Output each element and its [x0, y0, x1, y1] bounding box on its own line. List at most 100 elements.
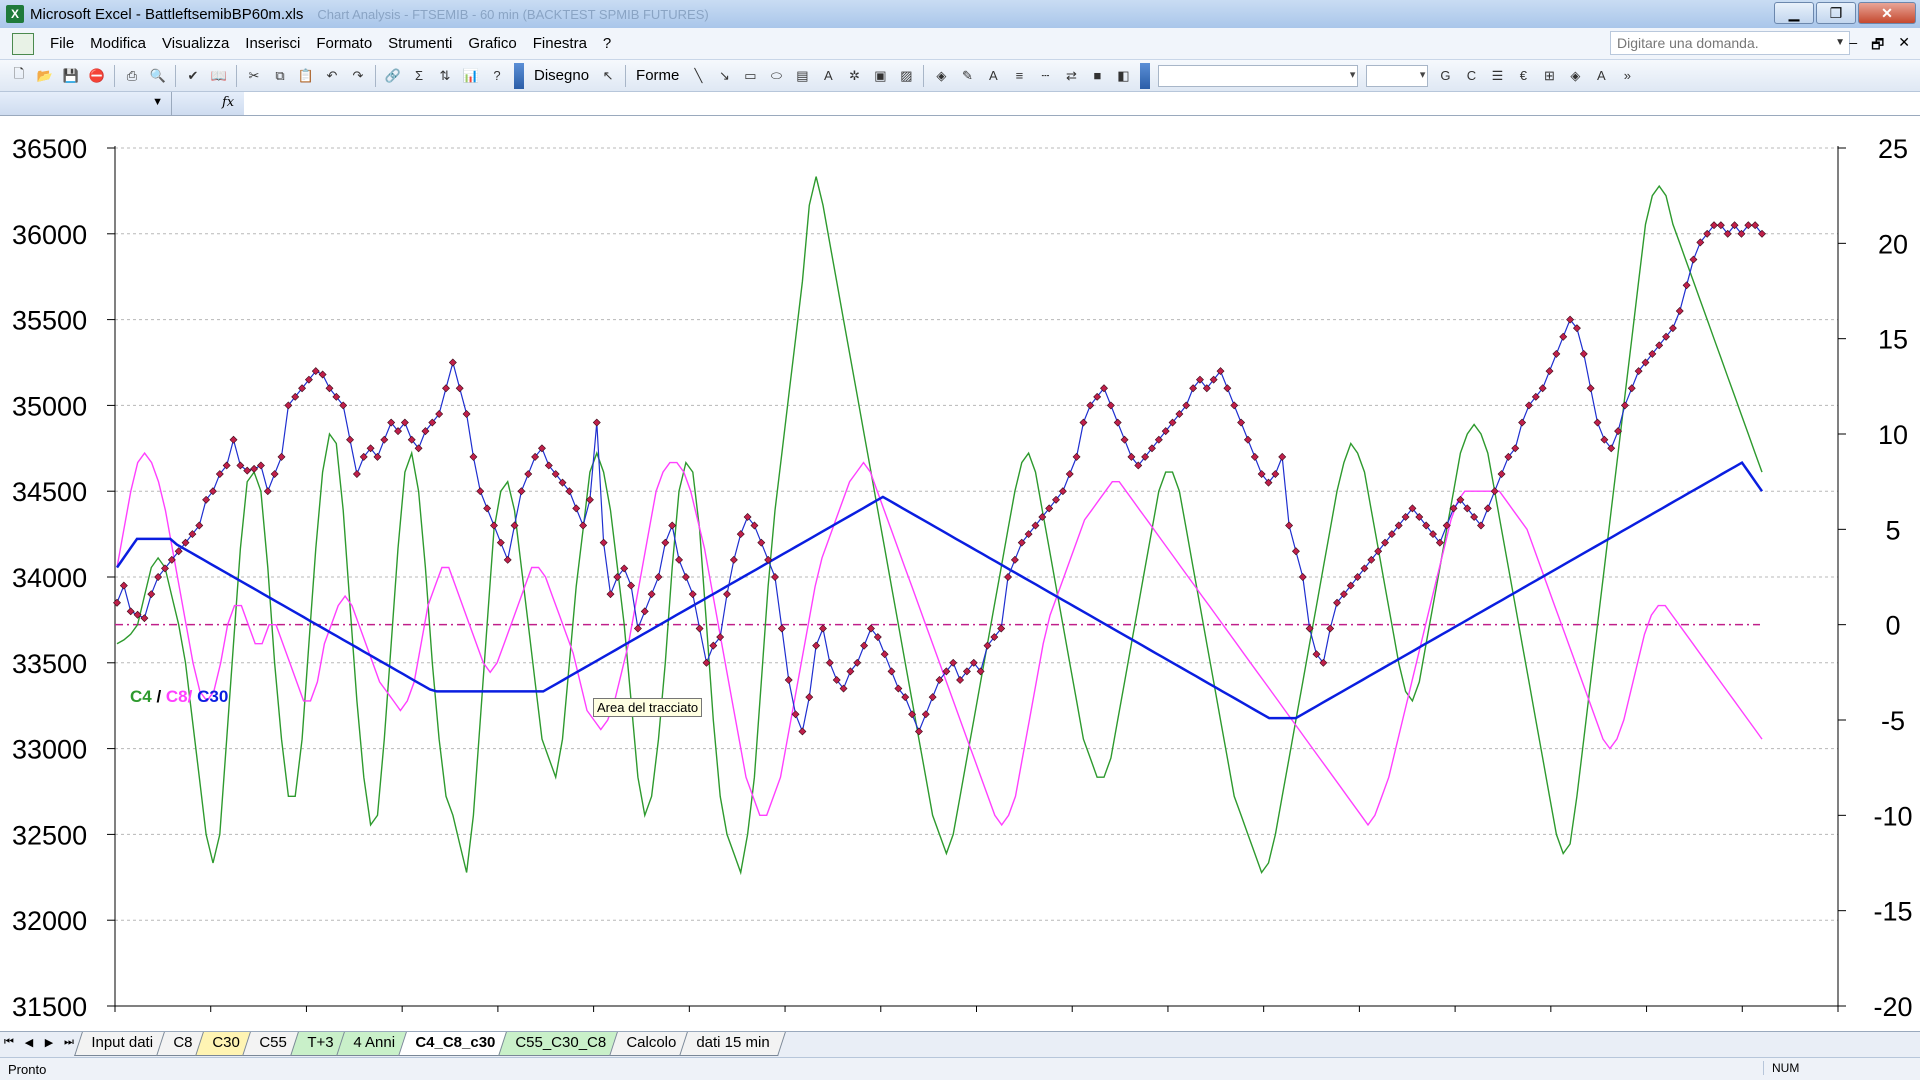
- next-sheet-icon[interactable]: ▶: [42, 1036, 56, 1049]
- oval-tool-icon[interactable]: ⬭: [765, 65, 787, 87]
- autosum-icon[interactable]: Σ: [408, 65, 430, 87]
- right-tick-label: 0: [1885, 611, 1900, 641]
- sheet-tab-9[interactable]: dati 15 min: [679, 1032, 787, 1056]
- menu-strumenti[interactable]: Strumenti: [380, 35, 460, 52]
- shadow-icon[interactable]: ■: [1086, 65, 1108, 87]
- bold-button[interactable]: G: [1434, 65, 1456, 87]
- cut-icon[interactable]: ✂: [243, 65, 265, 87]
- 3d-icon[interactable]: ◧: [1112, 65, 1134, 87]
- dash-style-icon[interactable]: ┄: [1034, 65, 1056, 87]
- align-icon[interactable]: ☰: [1486, 65, 1508, 87]
- font-name-combo[interactable]: [1158, 64, 1359, 87]
- drawing-menu-button[interactable]: Disegno: [534, 67, 589, 84]
- workbook-icon[interactable]: [12, 32, 34, 55]
- copy-icon[interactable]: ⧉: [269, 65, 291, 87]
- sheet-tab-label: C8: [173, 1034, 193, 1051]
- chart-legend: C4 / C8/ C30: [130, 687, 228, 706]
- select-pointer-icon[interactable]: ↖: [597, 65, 619, 87]
- price-marker: [1326, 624, 1335, 633]
- euro-button[interactable]: €: [1512, 65, 1534, 87]
- chart-area[interactable]: 36500 36000 35500 35000 34500 34000 33500 33000…: [0, 116, 1920, 1031]
- toolbar-grip[interactable]: [514, 62, 524, 89]
- chevron-down-icon[interactable]: ▼: [1835, 32, 1845, 54]
- workbook-minimize-button[interactable]: ‒: [1849, 34, 1857, 58]
- close-button[interactable]: ✕: [1858, 2, 1916, 24]
- price-marker: [627, 581, 636, 590]
- diagram-icon[interactable]: ✲: [843, 65, 865, 87]
- redo-icon[interactable]: ↷: [347, 65, 369, 87]
- menu-bar: File Modifica Visualizza Inserisci Forma…: [0, 28, 1920, 60]
- legend-c4: C4: [130, 687, 152, 706]
- hyperlink-icon[interactable]: 🔗: [382, 65, 404, 87]
- permission-icon[interactable]: ⛔: [86, 65, 108, 87]
- price-marker: [647, 590, 656, 599]
- right-tick-label: 10: [1878, 420, 1908, 450]
- research-icon[interactable]: 📖: [208, 65, 230, 87]
- sheet-tab-label: C4_C8_c30: [415, 1034, 496, 1051]
- sheet-tab-6[interactable]: C4_C8_c30: [398, 1032, 512, 1056]
- legend-c8: C8/: [166, 687, 193, 706]
- last-sheet-icon[interactable]: ⏭: [62, 1036, 76, 1049]
- sheet-tab-label: Calcolo: [626, 1034, 677, 1051]
- rectangle-tool-icon[interactable]: ▭: [739, 65, 761, 87]
- price-marker: [1065, 470, 1074, 478]
- toolbar-grip[interactable]: [1140, 62, 1151, 89]
- print-preview-icon[interactable]: 🔍: [147, 65, 169, 87]
- sheet-tab-7[interactable]: C55_C30_C8: [498, 1032, 623, 1056]
- price-marker: [1004, 573, 1013, 581]
- chevron-down-icon[interactable]: ▼: [152, 96, 163, 108]
- price-marker: [887, 667, 896, 676]
- wordart-icon[interactable]: A: [817, 65, 839, 87]
- prev-sheet-icon[interactable]: ◀: [22, 1036, 36, 1049]
- menu-file[interactable]: File: [42, 35, 82, 52]
- line-style-icon[interactable]: ≡: [1008, 65, 1030, 87]
- fill-color-icon[interactable]: ◈: [930, 65, 952, 87]
- save-icon[interactable]: 💾: [60, 65, 82, 87]
- fx-icon[interactable]: fx: [222, 95, 234, 110]
- line-tool-icon[interactable]: ╲: [687, 65, 709, 87]
- menu-help[interactable]: ?: [595, 35, 619, 52]
- workbook-close-button[interactable]: ✕: [1898, 34, 1910, 58]
- menu-formato[interactable]: Formato: [308, 35, 380, 52]
- borders-icon[interactable]: ⊞: [1538, 65, 1560, 87]
- price-marker: [777, 624, 786, 633]
- restore-button[interactable]: ❐: [1816, 2, 1856, 24]
- open-folder-icon[interactable]: 📂: [34, 65, 56, 87]
- clipart-icon[interactable]: ▣: [869, 65, 891, 87]
- ask-question-input[interactable]: Digitare una domanda. ▼: [1610, 31, 1850, 55]
- line-color-icon[interactable]: ✎: [956, 65, 978, 87]
- menu-grafico[interactable]: Grafico: [460, 35, 524, 52]
- undo-icon[interactable]: ↶: [321, 65, 343, 87]
- paste-icon[interactable]: 📋: [295, 65, 317, 87]
- sort-icon[interactable]: ⇅: [434, 65, 456, 87]
- chart-wizard-icon[interactable]: 📊: [460, 65, 482, 87]
- print-icon[interactable]: ⎙: [121, 65, 143, 87]
- new-document-icon[interactable]: 🗋: [8, 65, 30, 87]
- status-ready: Pronto: [8, 1062, 47, 1077]
- italic-button[interactable]: C: [1460, 65, 1482, 87]
- minimize-button[interactable]: ▁: [1774, 2, 1814, 24]
- workbook-restore-button[interactable]: 🗗: [1871, 34, 1884, 58]
- font-color-icon[interactable]: A: [1590, 65, 1612, 87]
- menu-finestra[interactable]: Finestra: [525, 35, 595, 52]
- menu-inserisci[interactable]: Inserisci: [237, 35, 308, 52]
- textbox-tool-icon[interactable]: ▤: [791, 65, 813, 87]
- right-tick-label: -5: [1881, 706, 1905, 736]
- picture-icon[interactable]: ▨: [895, 65, 917, 87]
- name-box[interactable]: ▼: [0, 92, 172, 115]
- menu-modifica[interactable]: Modifica: [82, 35, 154, 52]
- font-color-icon[interactable]: A: [982, 65, 1004, 87]
- first-sheet-icon[interactable]: ⏮: [2, 1036, 16, 1049]
- help-icon[interactable]: ?: [486, 65, 508, 87]
- toolbar-options-icon[interactable]: »: [1616, 65, 1638, 87]
- highlight-icon[interactable]: ◈: [1564, 65, 1586, 87]
- shapes-menu-button[interactable]: Forme: [636, 67, 679, 84]
- spelling-icon[interactable]: ✔: [182, 65, 204, 87]
- sheet-tab-0[interactable]: Input dati: [74, 1032, 170, 1056]
- arrow-style-icon[interactable]: ⇄: [1060, 65, 1082, 87]
- font-size-combo[interactable]: [1366, 64, 1429, 87]
- arrow-tool-icon[interactable]: ↘: [713, 65, 735, 87]
- series-price-line: [116, 224, 1763, 734]
- menu-visualizza[interactable]: Visualizza: [154, 35, 237, 52]
- toolbar-separator: [375, 64, 376, 87]
